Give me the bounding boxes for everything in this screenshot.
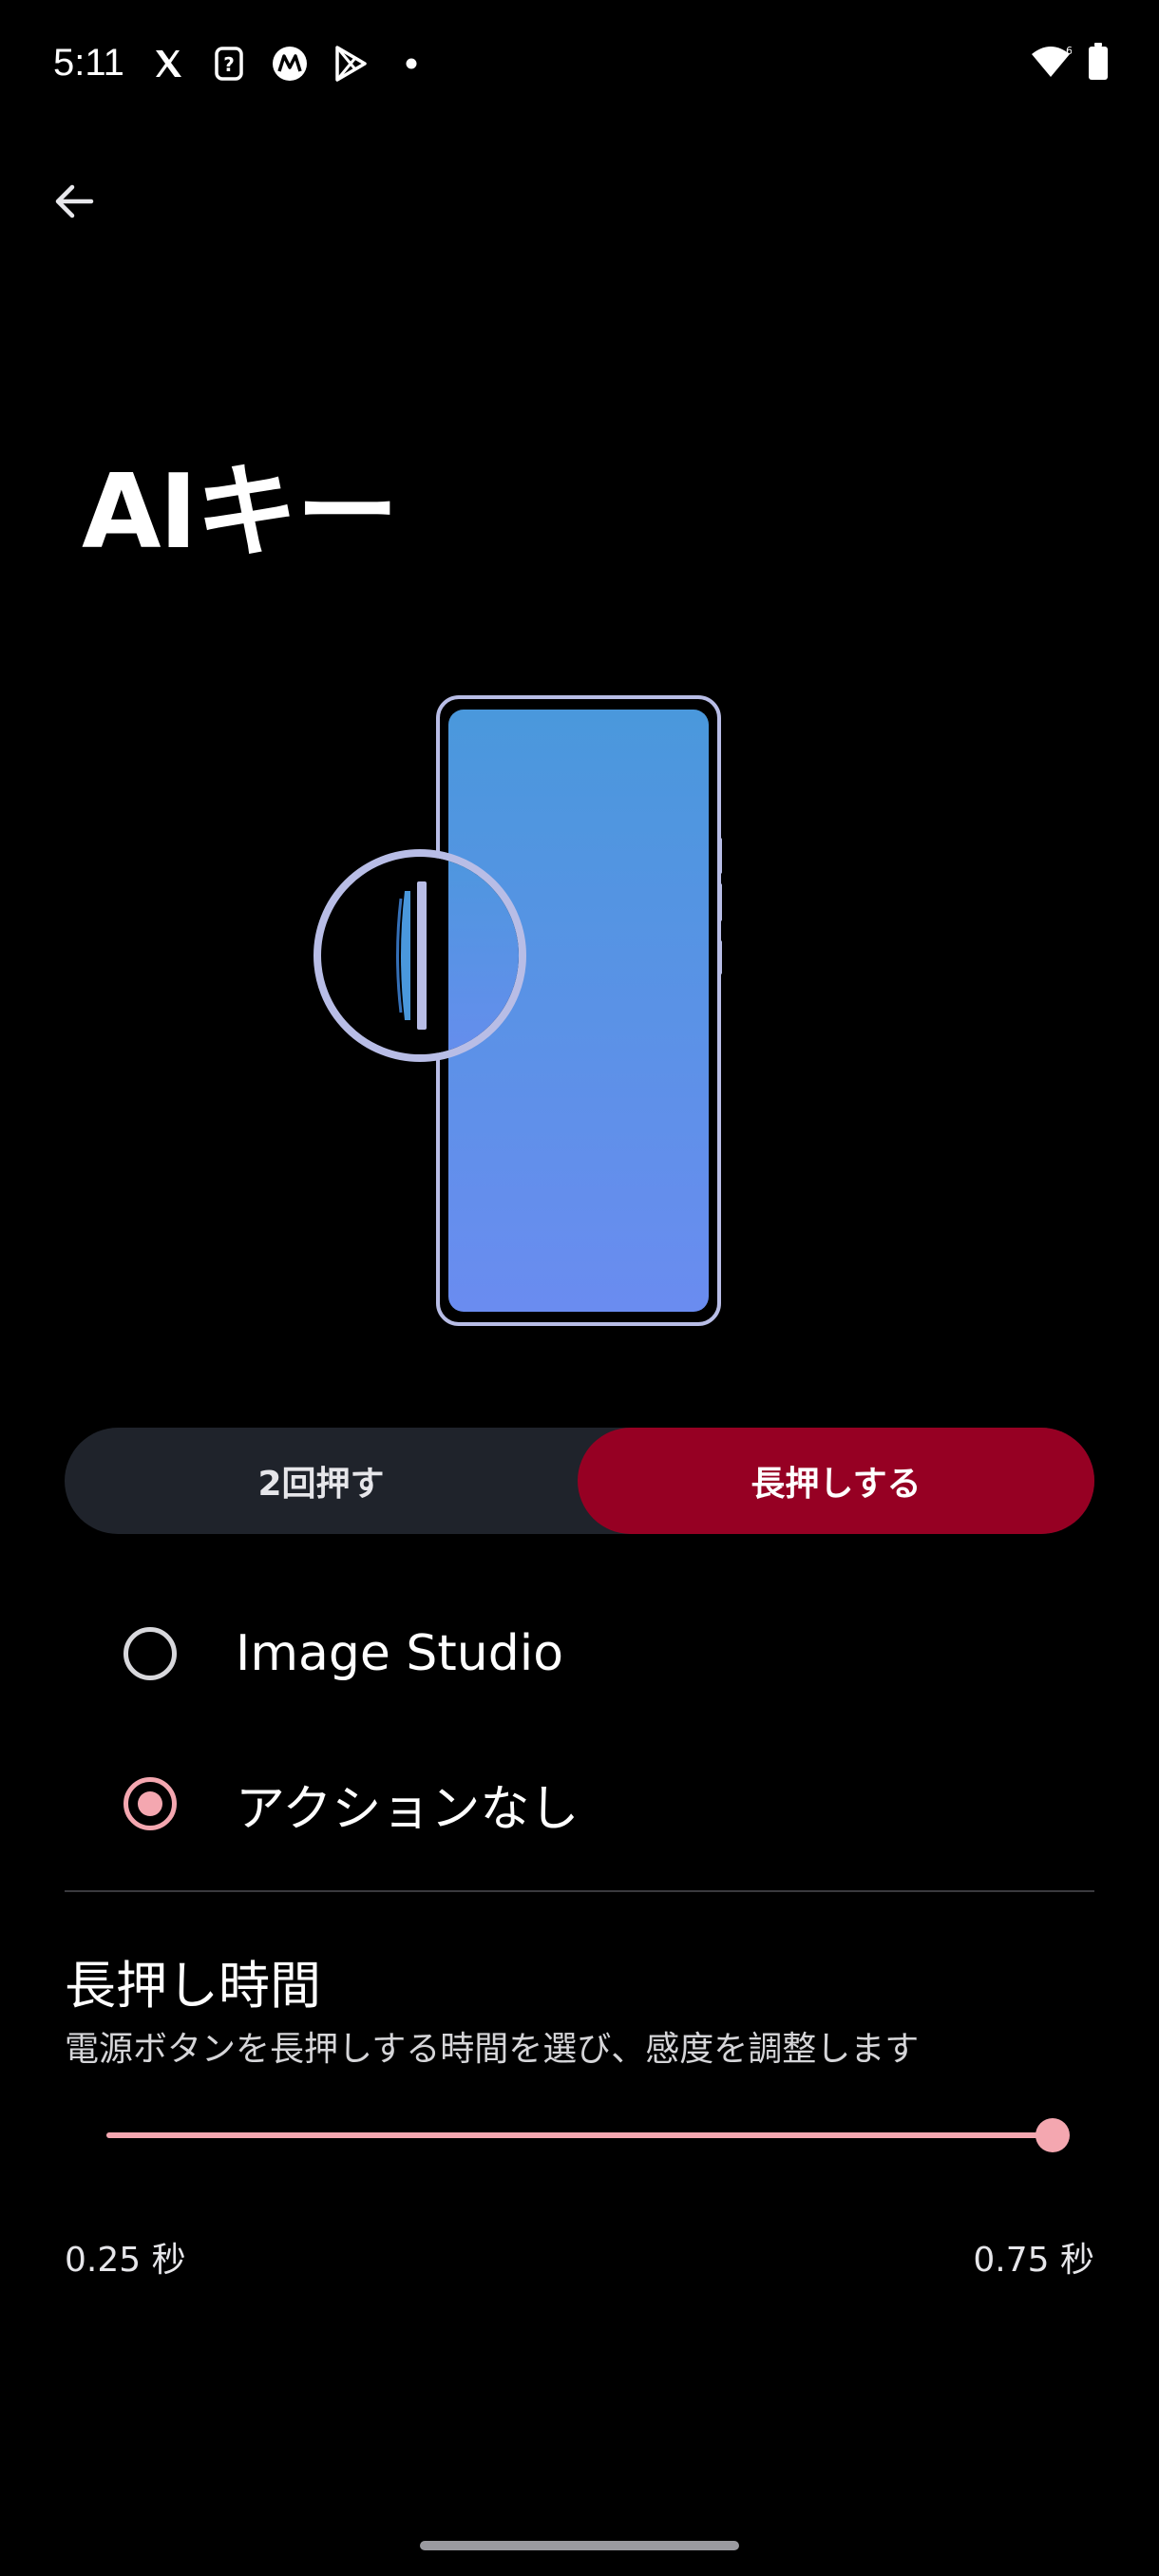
option-no-action[interactable]: アクションなし	[65, 1742, 1094, 1866]
tab-long-press[interactable]: 長押しする	[578, 1428, 1094, 1534]
divider	[65, 1890, 1094, 1892]
x-app-icon	[148, 44, 188, 84]
help-card-icon: ?	[209, 44, 249, 84]
option-label: Image Studio	[236, 1625, 564, 1682]
svg-text:?: ?	[223, 53, 235, 76]
page-title: AIキー	[82, 453, 399, 572]
radio-selected-icon[interactable]	[124, 1777, 177, 1830]
press-type-tabs: 2回押す 長押しする	[65, 1428, 1094, 1534]
long-press-subtitle: 電源ボタンを長押しする時間を選び、感度を調整します	[65, 2030, 920, 2069]
option-label: アクションなし	[236, 1780, 580, 1838]
slider-fill	[106, 2132, 1053, 2138]
slider-thumb[interactable]	[1036, 2118, 1070, 2152]
dot-icon	[391, 44, 431, 84]
status-time: 5:11	[53, 42, 124, 84]
slider-min-label: 0.25 秒	[65, 2241, 186, 2280]
play-store-icon	[331, 44, 370, 84]
home-indicator[interactable]	[420, 2541, 739, 2550]
phone-illustration	[304, 684, 741, 1339]
long-press-slider[interactable]	[106, 2111, 1070, 2160]
motorola-icon	[270, 44, 310, 84]
tab-double-press[interactable]: 2回押す	[65, 1428, 578, 1534]
long-press-title: 長押し時間	[65, 1956, 321, 2016]
svg-text:6: 6	[1066, 45, 1072, 57]
notification-icons: ?	[148, 42, 431, 85]
wifi-icon: 6	[1030, 43, 1073, 85]
option-image-studio[interactable]: Image Studio	[65, 1592, 1094, 1715]
status-bar: 5:11 ? 6	[0, 0, 1159, 129]
system-icons: 6	[1030, 42, 1110, 85]
radio-unselected-icon[interactable]	[124, 1627, 177, 1680]
battery-icon	[1087, 42, 1110, 85]
slider-max-label: 0.75 秒	[973, 2241, 1094, 2280]
back-button[interactable]	[44, 173, 104, 234]
arrow-left-icon	[49, 177, 99, 230]
